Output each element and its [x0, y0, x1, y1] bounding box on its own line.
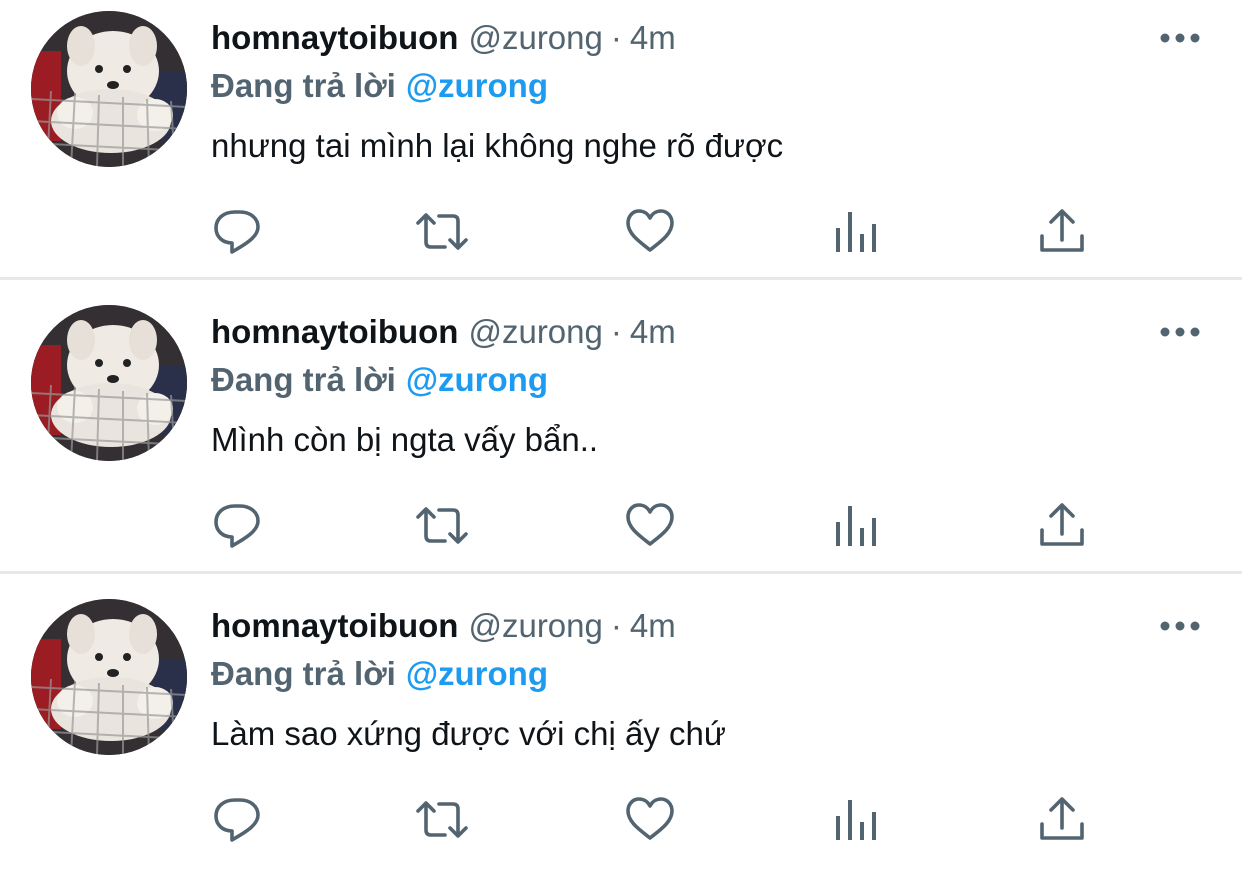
avatar-dog-image [31, 305, 187, 461]
retweet-button[interactable] [414, 204, 470, 260]
avatar-dog-image [31, 599, 187, 755]
tweet-text: Mình còn bị ngta vấy bẩn.. [211, 421, 599, 458]
more-horizontal-icon [1160, 621, 1200, 631]
share-upload-icon [1040, 797, 1084, 840]
tweet-divider [0, 571, 1242, 574]
reply-prefix: Đang trả lời [211, 361, 396, 398]
avatar-dog-image [31, 11, 187, 167]
display-name[interactable]: homnaytoibuon [211, 313, 458, 350]
analytics-button[interactable] [828, 498, 884, 554]
display-name[interactable]: homnaytoibuon [211, 19, 458, 56]
reply-bubble-icon [214, 210, 260, 254]
reply-context: Đang trả lời @zurong [211, 64, 548, 108]
tweet-text: nhưng tai mình lại không nghe rõ được [211, 127, 784, 164]
tweet-text: Làm sao xứng được với chị ấy chứ [211, 715, 726, 752]
reply-bubble-icon [214, 798, 260, 842]
reply-handle-link[interactable]: @zurong [406, 361, 548, 398]
analytics-bars-icon [836, 506, 876, 546]
tweet-1[interactable]: homnaytoibuon @zurong · 4m Đang trả lời @zur… [0, 0, 1242, 294]
tweet-divider [0, 277, 1242, 280]
reply-button[interactable] [210, 498, 266, 554]
user-handle[interactable]: @zurong [468, 313, 602, 350]
like-button[interactable] [622, 204, 678, 260]
retweet-icon [416, 507, 468, 544]
timestamp[interactable]: 4m [630, 19, 676, 56]
tweet-header: homnaytoibuon @zurong · 4m [211, 604, 676, 648]
retweet-icon [416, 213, 468, 250]
like-button[interactable] [622, 792, 678, 848]
avatar[interactable] [31, 11, 187, 167]
timestamp[interactable]: 4m [630, 313, 676, 350]
user-handle[interactable]: @zurong [468, 607, 602, 644]
avatar[interactable] [31, 599, 187, 755]
more-button[interactable] [1158, 318, 1202, 346]
separator-dot: · [610, 607, 622, 644]
reply-prefix: Đang trả lời [211, 655, 396, 692]
analytics-bars-icon [836, 800, 876, 840]
timestamp[interactable]: 4m [630, 607, 676, 644]
reply-handle-link[interactable]: @zurong [406, 67, 548, 104]
user-handle[interactable]: @zurong [468, 19, 602, 56]
reply-context: Đang trả lời @zurong [211, 652, 548, 696]
share-upload-icon [1040, 209, 1084, 252]
more-button[interactable] [1158, 612, 1202, 640]
analytics-button[interactable] [828, 792, 884, 848]
more-horizontal-icon [1160, 33, 1200, 43]
heart-icon [626, 503, 674, 546]
like-button[interactable] [622, 498, 678, 554]
separator-dot: · [610, 313, 622, 350]
tweet-3[interactable]: homnaytoibuon @zurong · 4m Đang trả lời @zur… [0, 588, 1242, 882]
analytics-bars-icon [836, 212, 876, 252]
retweet-icon [416, 801, 468, 838]
timeline-feed: homnaytoibuon @zurong · 4m Đang trả lời @zur… [0, 0, 1242, 849]
reply-context: Đang trả lời @zurong [211, 358, 548, 402]
share-upload-icon [1040, 503, 1084, 546]
tweet-header: homnaytoibuon @zurong · 4m [211, 310, 676, 354]
display-name[interactable]: homnaytoibuon [211, 607, 458, 644]
separator-dot: · [610, 19, 622, 56]
reply-prefix: Đang trả lời [211, 67, 396, 104]
share-button[interactable] [1034, 498, 1090, 554]
reply-button[interactable] [210, 792, 266, 848]
more-button[interactable] [1158, 24, 1202, 52]
retweet-button[interactable] [414, 792, 470, 848]
analytics-button[interactable] [828, 204, 884, 260]
heart-icon [626, 209, 674, 252]
tweet-2[interactable]: homnaytoibuon @zurong · 4m Đang trả lời @zur… [0, 294, 1242, 588]
heart-icon [626, 797, 674, 840]
share-button[interactable] [1034, 204, 1090, 260]
reply-handle-link[interactable]: @zurong [406, 655, 548, 692]
share-button[interactable] [1034, 792, 1090, 848]
reply-bubble-icon [214, 504, 260, 548]
retweet-button[interactable] [414, 498, 470, 554]
avatar[interactable] [31, 305, 187, 461]
reply-button[interactable] [210, 204, 266, 260]
more-horizontal-icon [1160, 327, 1200, 337]
tweet-header: homnaytoibuon @zurong · 4m [211, 16, 676, 60]
